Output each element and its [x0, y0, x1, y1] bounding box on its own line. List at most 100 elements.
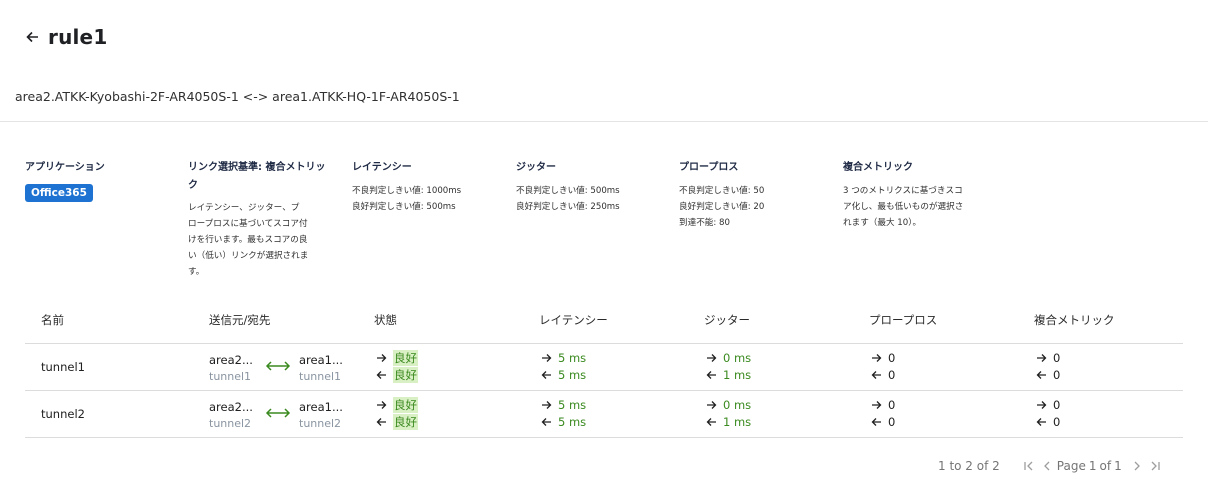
info-jitter-good: 良好判定しきい値: 250ms [516, 202, 620, 212]
jitter-in-value: 1 ms [723, 415, 752, 429]
arrow-left-icon [376, 417, 388, 427]
tunnel-table: 名前 送信元/宛先 状態 レイテンシー ジッター プロープロス 複合メトリック … [25, 296, 1183, 438]
info-link-selection-desc: レイテンシー、ジッター、プ ロープロスに基づいてスコア付 けを行います。最もスコ… [188, 200, 338, 280]
jitter-out-value: 0 ms [723, 351, 752, 365]
pagination-range: 1 to 2 of 2 [938, 459, 1000, 473]
column-header-probe-loss[interactable]: プロープロス [869, 312, 937, 328]
bidirectional-link-icon [265, 357, 291, 376]
jitter-in-value: 1 ms [723, 368, 752, 382]
next-page-icon[interactable] [1130, 459, 1144, 473]
arrow-right-icon [541, 353, 553, 363]
jitter-out: 0 ms [706, 350, 751, 366]
arrow-left-icon [706, 370, 718, 380]
arrow-left-icon [871, 417, 883, 427]
arrow-right-icon [541, 400, 553, 410]
info-link-selection-title-2: ク [188, 180, 198, 191]
arrow-left-icon [706, 417, 718, 427]
composite-out: 0 [1036, 397, 1060, 413]
column-header-state[interactable]: 状態 [374, 312, 397, 328]
jitter-out-value: 0 ms [723, 398, 752, 412]
arrow-left-icon [376, 370, 388, 380]
page-number: 1 [1088, 459, 1097, 473]
latency-in-value: 5 ms [558, 368, 587, 382]
page-header: rule1 [24, 22, 107, 52]
arrow-left-icon [541, 370, 553, 380]
state-out: 良好 [376, 350, 418, 366]
first-page-icon[interactable] [1022, 459, 1036, 473]
arrow-right-icon [1036, 400, 1048, 410]
page-label: Page [1056, 459, 1086, 473]
composite-out-value: 0 [1053, 398, 1061, 412]
composite-out: 0 [1036, 350, 1060, 366]
probe-loss-out-value: 0 [888, 351, 896, 365]
arrow-left-icon [1036, 370, 1048, 380]
column-header-composite[interactable]: 複合メトリック [1034, 312, 1115, 328]
info-probe-loss-good: 良好判定しきい値: 20 [679, 202, 765, 212]
info-probe-loss-unreachable: 到達不能: 80 [679, 218, 730, 228]
latency-out: 5 ms [541, 350, 586, 366]
table-row[interactable]: tunnel2 area2... tunnel2 area1... tunnel2 良好良… [25, 391, 1183, 438]
destination-tunnel: tunnel1 [299, 370, 342, 383]
info-latency-title: レイテンシー [352, 162, 412, 173]
destination-name: area1... [299, 353, 343, 367]
jitter-in: 1 ms [706, 367, 751, 383]
source-tunnel: tunnel1 [209, 370, 252, 383]
tunnel-name: tunnel2 [41, 407, 85, 421]
info-composite-line: 3 つのメトリクスに基づきスコ [843, 186, 963, 196]
arrow-left-icon [871, 370, 883, 380]
composite-in-value: 0 [1053, 368, 1061, 382]
info-composite-title: 複合メトリック [843, 162, 913, 173]
state-in: 良好 [376, 414, 418, 430]
destination-tunnel: tunnel2 [299, 417, 342, 430]
prev-page-icon[interactable] [1040, 459, 1054, 473]
latency-out-value: 5 ms [558, 398, 587, 412]
probe-loss-in: 0 [871, 414, 895, 430]
state-in-value: 良好 [393, 367, 418, 383]
probe-loss-in: 0 [871, 367, 895, 383]
arrow-left-icon [1036, 417, 1048, 427]
source-name: area2... [209, 353, 253, 367]
back-arrow-icon[interactable] [24, 29, 40, 45]
tunnel-name: tunnel1 [41, 360, 85, 374]
probe-loss-in-value: 0 [888, 415, 896, 429]
info-probe-loss-bad: 不良判定しきい値: 50 [679, 186, 765, 196]
last-page-icon[interactable] [1148, 459, 1162, 473]
info-jitter-bad: 不良判定しきい値: 500ms [516, 186, 620, 196]
info-link-selection: リンク選択基準: 複合メトリッ ク レイテンシー、ジッター、プ ロープロスに基づ… [188, 159, 338, 280]
table-row[interactable]: tunnel1 area2... tunnel1 area1... tunnel1 良好良… [25, 344, 1183, 391]
arrow-right-icon [871, 353, 883, 363]
composite-in: 0 [1036, 367, 1060, 383]
info-application: アプリケーション Office365 [25, 159, 105, 202]
arrow-right-icon [376, 400, 388, 410]
desc-line: レイテンシー、ジッター、プ [188, 203, 300, 213]
state-out-value: 良好 [393, 397, 418, 413]
probe-loss-out: 0 [871, 397, 895, 413]
info-application-title: アプリケーション [25, 162, 105, 173]
probe-loss-out-value: 0 [888, 398, 896, 412]
pagination: 1 to 2 of 2 Page 1 of 1 [938, 459, 1162, 473]
state-in: 良好 [376, 367, 418, 383]
composite-out-value: 0 [1053, 351, 1061, 365]
desc-line: けを行います。最もスコアの良 [188, 235, 308, 245]
column-header-name[interactable]: 名前 [41, 312, 64, 328]
bidirectional-link-icon [265, 404, 291, 423]
latency-out: 5 ms [541, 397, 586, 413]
application-badge: Office365 [25, 184, 93, 202]
info-probe-loss-title: プロープロス [679, 162, 739, 173]
probe-loss-in-value: 0 [888, 368, 896, 382]
table-header: 名前 送信元/宛先 状態 レイテンシー ジッター プロープロス 複合メトリック [25, 296, 1183, 344]
divider [0, 121, 1208, 122]
latency-in: 5 ms [541, 367, 586, 383]
state-out: 良好 [376, 397, 418, 413]
column-header-src-dst[interactable]: 送信元/宛先 [209, 312, 270, 328]
column-header-jitter[interactable]: ジッター [704, 312, 750, 328]
source-name: area2... [209, 400, 253, 414]
column-header-latency[interactable]: レイテンシー [539, 312, 608, 328]
state-in-value: 良好 [393, 414, 418, 430]
desc-line: す。 [188, 267, 205, 277]
arrow-left-icon [541, 417, 553, 427]
latency-out-value: 5 ms [558, 351, 587, 365]
info-composite-line: れます（最大 10）。 [843, 218, 922, 228]
arrow-right-icon [871, 400, 883, 410]
page-title: rule1 [48, 25, 108, 49]
